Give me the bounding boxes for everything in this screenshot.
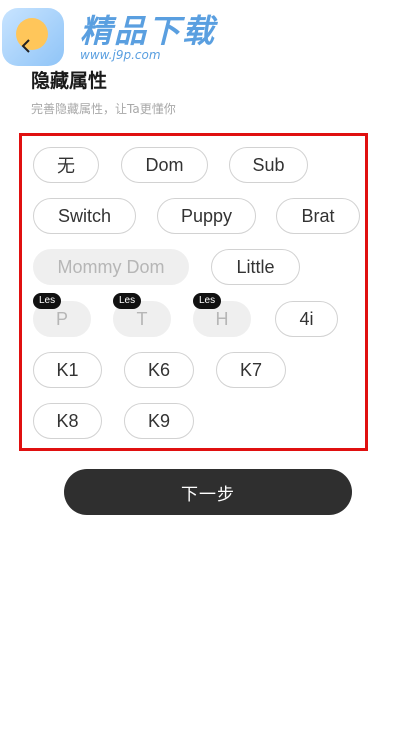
tag-label: K9 bbox=[147, 410, 171, 431]
tag-label: K8 bbox=[56, 410, 79, 431]
tag-label: P bbox=[55, 308, 68, 329]
tag-label: Mommy Dom bbox=[57, 256, 165, 277]
tag-k7[interactable]: K7 bbox=[216, 352, 286, 388]
tag-label: Brat bbox=[301, 205, 335, 226]
tag-label: Dom bbox=[145, 154, 184, 175]
tag-t: Les T bbox=[113, 293, 171, 337]
les-badge: Les bbox=[193, 293, 222, 309]
watermark-logo: 精品下载 www.j9p.com bbox=[0, 0, 240, 75]
tag-k6[interactable]: K6 bbox=[124, 352, 194, 388]
tag-label: Switch bbox=[57, 205, 111, 226]
les-badge: Les bbox=[113, 293, 142, 309]
tag-p: Les P bbox=[33, 293, 91, 337]
tag-label: K7 bbox=[239, 359, 263, 380]
tag-little[interactable]: Little bbox=[211, 249, 300, 285]
tag-k9[interactable]: K9 bbox=[124, 403, 194, 439]
tag-switch[interactable]: Switch bbox=[33, 198, 136, 234]
les-badge: Les bbox=[33, 293, 62, 309]
tag-label: T bbox=[136, 308, 148, 329]
tag-label: Little bbox=[236, 256, 275, 277]
page-subtitle: 完善隐藏属性，让Ta更懂你 bbox=[31, 102, 176, 116]
tag-label: Puppy bbox=[180, 205, 233, 226]
tag-puppy[interactable]: Puppy bbox=[157, 198, 256, 234]
tag-dom[interactable]: Dom bbox=[121, 147, 208, 183]
tag-label: 4i bbox=[299, 308, 314, 329]
tag-label: Sub bbox=[252, 154, 285, 175]
tag-4i[interactable]: 4i bbox=[275, 301, 338, 337]
tag-k1[interactable]: K1 bbox=[33, 352, 102, 388]
tag-mommy-dom: Mommy Dom bbox=[33, 249, 189, 285]
tag-label: K1 bbox=[56, 359, 79, 380]
back-arrow-icon[interactable] bbox=[18, 38, 34, 54]
watermark-badge-icon bbox=[2, 8, 64, 66]
tag-k8[interactable]: K8 bbox=[33, 403, 102, 439]
tag-label: H bbox=[215, 308, 229, 329]
tag-sub[interactable]: Sub bbox=[229, 147, 308, 183]
next-step-button[interactable]: 下一步 bbox=[64, 469, 352, 515]
page-title: 隐藏属性 bbox=[31, 70, 108, 92]
tag-none[interactable]: 无 bbox=[33, 147, 99, 183]
watermark-url: www.j9p.com bbox=[80, 48, 161, 62]
tag-label: K6 bbox=[147, 359, 171, 380]
tag-brat[interactable]: Brat bbox=[276, 198, 360, 234]
tag-h: Les H bbox=[193, 293, 251, 337]
tag-label: 无 bbox=[57, 156, 75, 176]
watermark-title: 精品下载 bbox=[80, 12, 217, 50]
